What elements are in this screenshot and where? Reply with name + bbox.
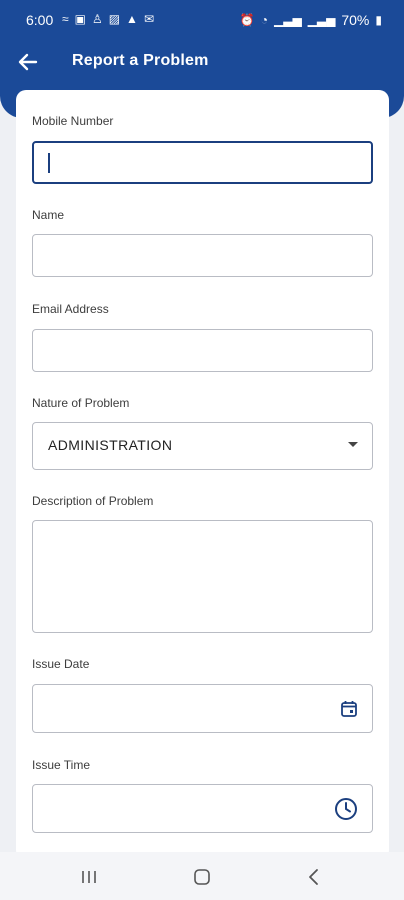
email-address-input[interactable] [32,329,373,372]
name-label: Name [32,208,65,222]
issue-time-input[interactable] [32,784,373,833]
alarm-icon: ⏰ [239,13,255,27]
mobile-number-input[interactable] [32,141,373,184]
clock-icon[interactable] [334,797,358,821]
nature-of-problem-value: ADMINISTRATION [48,437,173,453]
nav-back-icon [309,869,318,885]
status-bar: 6:00 ≈ ▣ ♙ ▨ ▲ ✉ ⏰ ◔ ▁▃▅ ▁▃▅ 70% ▮ [0,0,404,40]
calendar-icon[interactable] [340,700,358,718]
page-title: Report a Problem [72,52,209,69]
notification-icons: ≈ ▣ ♙ ▨ ▲ ✉ [62,12,154,26]
signal-icon: ▁▃▅ [307,13,336,27]
system-nav-bar [0,852,404,900]
report-form-card: Mobile Number Name Email Address Nature … [16,90,389,860]
notification-icon: ▣ [74,12,86,26]
notification-icon: ♙ [91,12,103,26]
signal-icon: ▁▃▅ [273,13,302,27]
notification-icon: ≈ [62,12,69,26]
nav-back-button[interactable] [302,866,326,888]
status-time: 6:00 [26,12,54,28]
app-header: Report a Problem [0,40,404,84]
arrow-left-icon [18,53,38,71]
wifi-icon: ◔ [260,13,268,27]
image-icon: ▨ [108,12,121,26]
back-button[interactable] [14,48,42,76]
nature-of-problem-label: Nature of Problem [32,396,130,410]
caret-down-icon [348,442,358,447]
issue-date-input[interactable] [32,684,373,733]
description-label: Description of Problem [32,494,154,508]
battery-percent: 70% [341,12,370,28]
recent-apps-icon [82,871,96,883]
recent-apps-button[interactable] [77,866,101,888]
home-button[interactable] [190,866,214,888]
battery-icon: ▮ [375,13,382,27]
nature-of-problem-select[interactable]: ADMINISTRATION [32,422,373,470]
email-address-label: Email Address [32,302,109,316]
issue-time-label: Issue Time [32,758,91,772]
text-cursor [48,153,50,173]
description-textarea[interactable] [32,520,373,633]
system-icons: ⏰ ◔ ▁▃▅ ▁▃▅ 70% ▮ [240,12,382,28]
warning-icon: ▲ [126,12,138,26]
issue-date-label: Issue Date [32,657,90,671]
name-input[interactable] [32,234,373,277]
home-icon [194,869,210,885]
mobile-number-label: Mobile Number [32,114,114,128]
mail-icon: ✉ [143,12,154,26]
